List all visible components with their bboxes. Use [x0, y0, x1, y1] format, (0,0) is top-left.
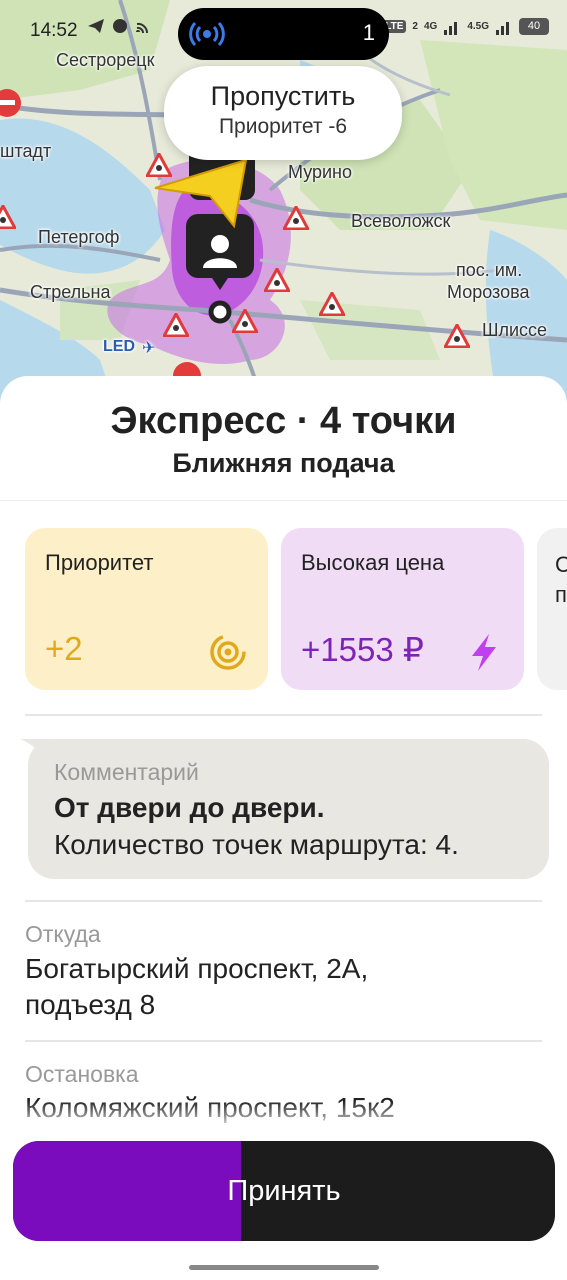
order-sheet[interactable]: Экспресс · 4 точки Ближняя подача Приори… [0, 376, 567, 1280]
from-address-line1: Богатырский проспект, 2А, [25, 953, 369, 984]
status-time: 14:52 [30, 20, 78, 41]
high-price-card-value: +1553 ₽ [301, 631, 424, 668]
home-indicator[interactable] [189, 1265, 379, 1270]
map-label-airport: LED [103, 338, 135, 355]
stop-label: Остановка [25, 1061, 139, 1087]
signal-icon [496, 21, 509, 35]
roadworks-icon [264, 268, 290, 292]
priority-card[interactable]: Приоритет +2 [25, 528, 268, 690]
map-label-morozova-line1: пос. им. [456, 260, 523, 280]
map-label-sestroretsk: Сестрорецк [56, 50, 155, 70]
lightning-icon [472, 634, 496, 671]
high-price-card[interactable]: Высокая цена +1553 ₽ [281, 528, 524, 690]
priority-card-value: +2 [45, 630, 83, 667]
from-label: Откуда [25, 921, 101, 947]
bubble-tail [20, 739, 50, 761]
accept-label: Принять [227, 1175, 341, 1207]
skip-priority-penalty: Приоритет -6 [218, 115, 348, 138]
divider [0, 500, 567, 501]
map-label-vsevolozhsk: Всеволожск [351, 211, 451, 231]
skip-label: Пропустить [210, 81, 356, 111]
priority-card-label: Приоритет [45, 550, 154, 575]
comment-label: Комментарий [54, 759, 199, 785]
roadworks-icon [444, 324, 470, 348]
roadworks-icon [163, 313, 189, 337]
comment-text: Количество точек маршрута: 4. [54, 829, 459, 860]
map-label-morozova-line2: Морозова [447, 282, 530, 302]
accept-button[interactable]: Принять [13, 1141, 555, 1241]
third-card-label: Сп [555, 552, 567, 607]
roadworks-icon [283, 206, 309, 230]
network-type-2: 4.5G [467, 21, 489, 32]
status-notifications [87, 18, 153, 34]
roadworks-icon [319, 292, 345, 316]
map-label-strelna: Стрельна [30, 282, 111, 302]
order-title: Экспресс · 4 точки [110, 400, 457, 442]
divider [25, 1040, 542, 1042]
signal-icon [444, 21, 458, 35]
map-label-kronshtadt: штадт [0, 141, 52, 161]
battery-indicator: 40 [519, 18, 549, 35]
airport-icon: ✈ [142, 340, 156, 357]
order-subtitle: Ближняя подача [172, 448, 395, 478]
from-address-line2: подъезд 8 [25, 989, 156, 1020]
comment-title: От двери до двери. [54, 792, 325, 823]
roadworks-icon [0, 205, 16, 229]
comment-bubble: Комментарий От двери до двери. Количеств… [20, 739, 549, 879]
skip-button[interactable]: Пропустить Приоритет -6 [164, 66, 402, 160]
roadworks-icon [146, 153, 172, 177]
cast-icon [136, 22, 149, 34]
map-label-murino: Мурино [288, 162, 353, 182]
broadcast-icon [189, 21, 225, 47]
map[interactable]: Сестрорецк штадт Мурино Всеволожск Петер… [0, 0, 567, 420]
divider [25, 900, 542, 902]
dynamic-island[interactable]: 1 [178, 8, 389, 60]
map-label-shlisselburg: Шлиссе [482, 320, 548, 340]
roadworks-icon [232, 309, 258, 333]
third-card[interactable]: Сп [537, 528, 567, 690]
island-count: 1 [362, 20, 375, 45]
scroll-fade [0, 1101, 567, 1131]
network-type-1: 4G [423, 21, 438, 32]
broadcast-icon [210, 634, 246, 670]
status-indicators: VoLTE 2 4G 4.5G 40 [370, 18, 549, 35]
map-label-petergof: Петергоф [38, 227, 120, 247]
sim-index: 2 [412, 21, 418, 32]
high-price-card-label: Высокая цена [301, 550, 445, 575]
telegram-icon [88, 19, 104, 33]
chat-icon [113, 19, 127, 33]
divider [25, 714, 542, 716]
